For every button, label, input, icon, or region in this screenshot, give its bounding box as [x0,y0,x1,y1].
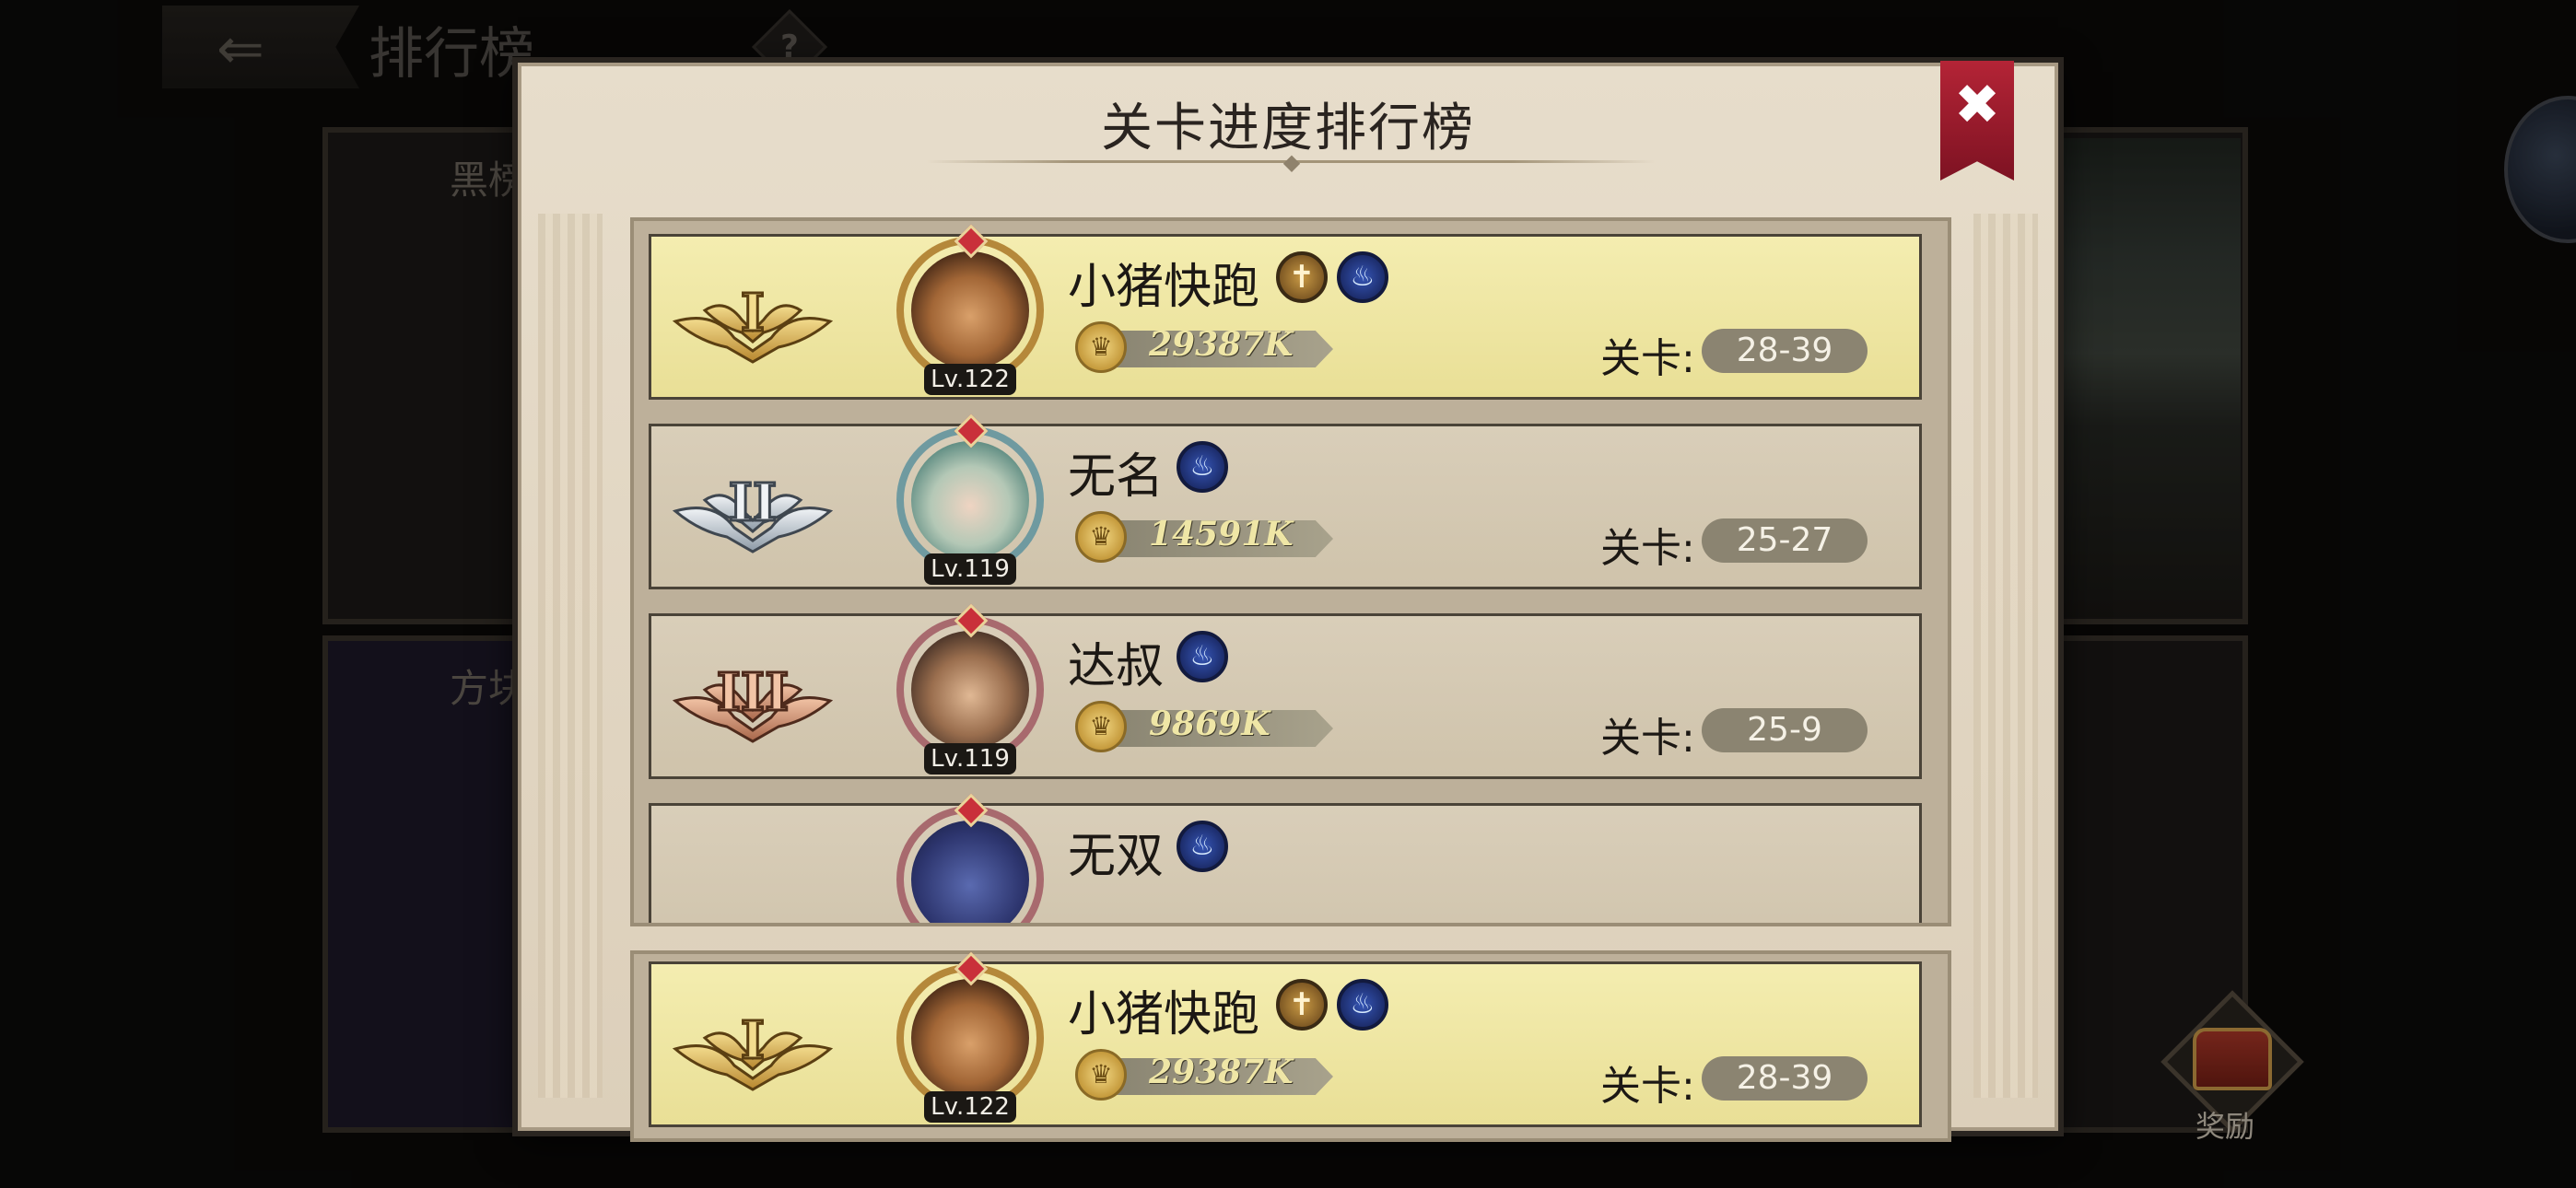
avatar [911,251,1029,369]
power-value: 29387K [1149,325,1294,364]
stage-label: 关卡: [1600,335,1695,382]
stage-value: 25-9 [1702,708,1868,752]
player-name: 小猪快跑 [1068,260,1260,315]
stage-label: 关卡: [1600,715,1695,762]
power-value: 29387K [1149,1053,1294,1091]
player-level: Lv.122 [924,1091,1016,1123]
svg-text:II: II [729,472,777,533]
player-level: Lv.122 [924,364,1016,395]
rank-emblem-icon [668,843,837,923]
stage-value: 25-27 [1702,518,1868,563]
leaderboard-row[interactable]: 无双 ♨ [649,793,1922,923]
rank-emblem-icon: II [668,463,837,555]
cross-badge-icon: ✝ [1276,251,1328,303]
player-portrait[interactable]: Lv.122 [882,951,1057,1126]
stage-value: 28-39 [1702,1056,1868,1101]
stage-value: 28-39 [1702,329,1868,373]
svg-text:I: I [741,283,765,344]
player-level: Lv.119 [924,743,1016,775]
left-pillar-decoration [538,214,603,1098]
flame-badge-icon: ♨ [1337,251,1388,303]
title-ornament-icon: ◆ [1282,149,1301,175]
stage-label: 关卡: [1600,525,1695,572]
svg-text:I: I [741,1010,765,1071]
close-icon: ✖ [1953,73,2001,137]
player-portrait[interactable]: Lv.122 [882,224,1057,399]
power-value: 9869K [1149,705,1270,743]
player-level: Lv.119 [924,553,1016,585]
stage-ranking-dialog: 关卡进度排行榜 ◆ ✖ I Lv.122 小猪快跑 ✝ ♨ ♛ 29387K 关卡: 28-3… [518,61,2058,1142]
leaderboard-row[interactable]: III Lv.119 达叔 ♨ ♛ 9869K 关卡: 25-9 [649,603,1922,779]
leaderboard-row[interactable]: I Lv.122 小猪快跑 ✝ ♨ ♛ 29387K 关卡: 28-39 [649,224,1922,400]
player-portrait[interactable] [882,793,1057,923]
flame-badge-icon: ♨ [1177,631,1228,682]
lion-power-icon: ♛ [1075,321,1127,373]
player-name: 无名 [1068,449,1165,505]
rank-emblem-icon: I [668,1001,837,1093]
avatar [911,631,1029,749]
leaderboard-row[interactable]: II Lv.119 无名 ♨ ♛ 14591K 关卡: 25-27 [649,413,1922,589]
flame-badge-icon: ♨ [1337,979,1388,1031]
player-name: 无双 [1068,829,1165,884]
lion-power-icon: ♛ [1075,511,1127,563]
right-pillar-decoration [1973,214,2038,1098]
lion-power-icon: ♛ [1075,1049,1127,1101]
my-rank-panel: I Lv.122 小猪快跑 ✝ ♨ ♛ 29387K 关卡: 28-39 [630,950,1951,1142]
player-name: 小猪快跑 [1068,987,1260,1042]
power-value: 14591K [1149,515,1294,553]
avatar [911,441,1029,559]
close-button[interactable]: ✖ [1940,61,2014,181]
lion-power-icon: ♛ [1075,701,1127,752]
leaderboard-list[interactable]: I Lv.122 小猪快跑 ✝ ♨ ♛ 29387K 关卡: 28-39 II Lv.119 无… [630,217,1951,926]
cross-badge-icon: ✝ [1276,979,1328,1031]
player-name: 达叔 [1068,639,1165,694]
my-rank-row[interactable]: I Lv.122 小猪快跑 ✝ ♨ ♛ 29387K 关卡: 28-39 [649,951,1922,1127]
flame-badge-icon: ♨ [1177,821,1228,872]
avatar [911,979,1029,1097]
player-portrait[interactable]: Lv.119 [882,413,1057,588]
svg-text:III: III [717,662,790,723]
rank-emblem-icon: I [668,274,837,366]
stage-label: 关卡: [1600,1063,1695,1110]
rank-emblem-icon: III [668,653,837,745]
player-portrait[interactable]: Lv.119 [882,603,1057,778]
flame-badge-icon: ♨ [1177,441,1228,493]
